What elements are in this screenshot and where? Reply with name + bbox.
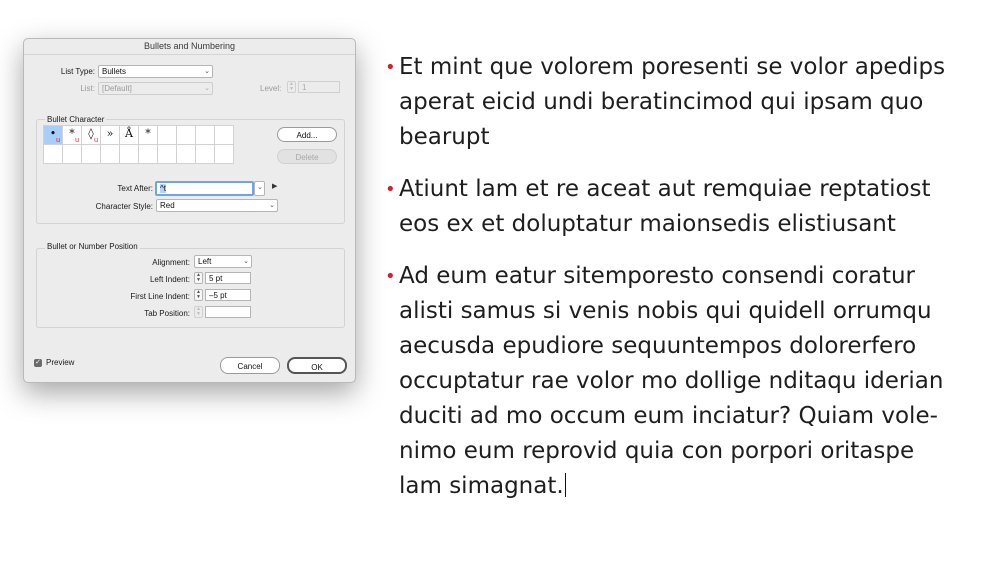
text-line: duciti ad mo occum eum inciatur? Quiam v… <box>399 403 938 429</box>
glyph: * <box>69 126 75 140</box>
text-after-label: Text After: <box>117 184 153 193</box>
text-after-field[interactable]: ^t <box>155 181 254 196</box>
text-cursor <box>564 473 566 497</box>
glyph-cell-empty[interactable] <box>176 144 196 164</box>
character-style-select[interactable]: Red ⌄ <box>156 199 278 212</box>
underline-mark: u <box>94 137 98 144</box>
list-type-select[interactable]: Bullets ⌄ <box>98 65 213 78</box>
alignment-value: Left <box>198 257 212 266</box>
level-label: Level: <box>260 84 282 93</box>
left-indent-label: Left Indent: <box>149 275 190 284</box>
chevron-down-icon: ⌄ <box>257 184 263 191</box>
glyph-cell-empty[interactable] <box>195 125 215 145</box>
text-line-last: lam simagnat. <box>399 469 945 504</box>
left-indent-field[interactable]: 5 pt <box>205 272 251 284</box>
glyph-cell-empty[interactable] <box>214 144 234 164</box>
character-style-value: Red <box>160 201 175 210</box>
level-stepper[interactable]: ▲ ▼ <box>287 81 296 93</box>
tab-position-stepper[interactable]: ▲ ▼ <box>194 306 203 318</box>
left-indent-stepper[interactable]: ▲ ▼ <box>194 272 203 284</box>
glyph-cell-empty[interactable] <box>138 144 158 164</box>
dialog-title: Bullets and Numbering <box>24 39 355 55</box>
glyph-cell-empty[interactable] <box>195 144 215 164</box>
text-after-value: ^t <box>160 184 166 193</box>
glyph-cell-empty[interactable] <box>43 144 63 164</box>
glyph-cell-lozenge[interactable]: ◊ u <box>81 125 101 145</box>
glyph-cell-guillemet[interactable]: » <box>100 125 120 145</box>
text-line: alisti samus si venis nobis qui quidell … <box>399 298 932 324</box>
bulleted-paragraph[interactable]: • Et mint que volorem poresenti se volor… <box>385 50 945 155</box>
text-line: eos ex et doluptatur maionsedis elistius… <box>399 211 896 237</box>
text-after-dropdown[interactable]: ⌄ <box>254 181 265 196</box>
level-field[interactable]: 1 <box>298 81 340 93</box>
glyph-cell-bullet[interactable]: • u <box>43 125 63 145</box>
chevron-down-icon: ⌄ <box>204 85 210 92</box>
bullet-character-title: Bullet Character <box>45 115 107 124</box>
add-button[interactable]: Add... <box>277 127 337 142</box>
bulleted-paragraph[interactable]: • Ad eum eatur sitemporesto consendi cor… <box>385 259 945 504</box>
alignment-select[interactable]: Left ⌄ <box>194 255 252 268</box>
text-line: aecusda epudiore sequuntempos dolorerfer… <box>399 333 917 359</box>
character-style-label: Character Style: <box>95 202 153 211</box>
text-frame[interactable]: • Et mint que volorem poresenti se volor… <box>385 50 945 521</box>
text-line: lam simagnat. <box>399 473 564 499</box>
cancel-button[interactable]: Cancel <box>220 357 280 374</box>
glyph-cell-empty[interactable] <box>81 144 101 164</box>
chevron-down-icon: ⌄ <box>269 202 275 209</box>
text-line: Et mint que volorem poresenti se volor a… <box>399 54 946 80</box>
preview-checkbox[interactable]: ✓ <box>34 359 42 367</box>
list-select[interactable]: [Default] ⌄ <box>98 82 213 95</box>
position-group-title: Bullet or Number Position <box>45 242 140 251</box>
list-type-label: List Type: <box>60 67 95 76</box>
delete-button[interactable]: Delete <box>277 149 337 164</box>
glyph: » <box>106 126 114 140</box>
glyph-cell-asterisk[interactable]: * u <box>62 125 82 145</box>
bulleted-paragraph[interactable]: • Atiunt lam et re aceat aut remquiae re… <box>385 172 945 242</box>
underline-mark: u <box>75 137 79 144</box>
text-line: Ad eum eatur sitemporesto consendi corat… <box>399 263 916 289</box>
glyph-cell-a-ring[interactable]: Å <box>119 125 139 145</box>
list-value: [Default] <box>102 84 132 93</box>
glyph: * <box>145 126 151 140</box>
list-label: List: <box>80 84 95 93</box>
first-line-indent-stepper[interactable]: ▲ ▼ <box>194 289 203 301</box>
text-line: nimo eum reprovid quia con porpori orita… <box>399 438 915 464</box>
text-line: Atiunt lam et re aceat aut remquiae rept… <box>399 176 931 202</box>
glyph-cell-empty[interactable] <box>157 125 177 145</box>
special-characters-arrow-icon[interactable]: ▶ <box>272 182 277 190</box>
first-line-indent-label: First Line Indent: <box>130 292 190 301</box>
glyph-cell-empty[interactable] <box>119 144 139 164</box>
text-line: bearupt <box>399 124 490 150</box>
underline-mark: u <box>56 137 60 144</box>
glyph-cell-asterisk-2[interactable]: * <box>138 125 158 145</box>
text-line: aperat eicid undi beratincimod qui ipsam… <box>399 89 924 115</box>
ok-button[interactable]: OK <box>287 357 347 374</box>
bullets-numbering-dialog: Bullets and Numbering List Type: Bullets… <box>23 38 356 383</box>
list-type-value: Bullets <box>102 67 127 76</box>
glyph-cell-empty[interactable] <box>214 125 234 145</box>
glyph: Å <box>125 126 133 140</box>
bullet-marker: • <box>385 266 396 287</box>
text-line: occuptatur rae volor mo dollige nditaqu … <box>399 368 944 394</box>
tab-position-label: Tab Position: <box>144 309 190 318</box>
chevron-down-icon: ⌄ <box>243 258 249 265</box>
glyph: ◊ <box>88 126 94 140</box>
bullet-glyph-grid: • u * u ◊ u » Å * <box>43 125 234 164</box>
glyph-cell-empty[interactable] <box>176 125 196 145</box>
preview-label: Preview <box>46 358 75 367</box>
bullet-marker: • <box>385 179 396 200</box>
chevron-down-icon: ⌄ <box>204 68 210 75</box>
alignment-label: Alignment: <box>152 258 190 267</box>
bullet-marker: • <box>385 57 396 78</box>
position-group <box>36 248 345 328</box>
tab-position-field[interactable] <box>205 306 251 318</box>
glyph-cell-empty[interactable] <box>157 144 177 164</box>
glyph-cell-empty[interactable] <box>62 144 82 164</box>
glyph-cell-empty[interactable] <box>100 144 120 164</box>
first-line-indent-field[interactable]: –5 pt <box>205 289 251 301</box>
